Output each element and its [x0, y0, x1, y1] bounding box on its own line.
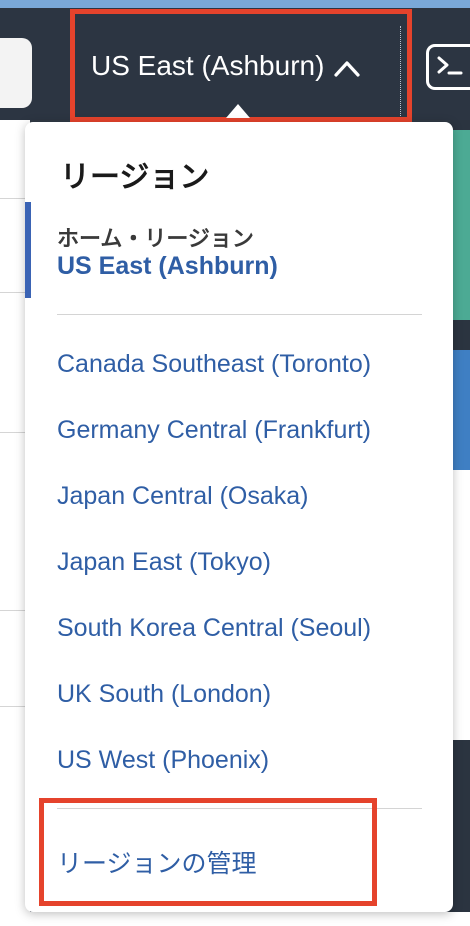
menu-title: リージョン — [60, 161, 210, 194]
background-panel — [452, 350, 470, 470]
divider — [400, 26, 401, 116]
chevron-up-icon — [334, 55, 361, 77]
region-item-toronto[interactable]: Canada Southeast (Toronto) — [57, 350, 371, 379]
home-region-indicator — [25, 202, 31, 298]
region-dropdown-menu: リージョン ホーム・リージョン US East (Ashburn) Canada… — [25, 122, 453, 912]
terminal-icon — [435, 53, 465, 82]
menu-divider — [57, 314, 422, 315]
top-accent-strip — [0, 0, 470, 8]
dropdown-caret — [226, 104, 250, 118]
region-selector-label: US East (Ashburn) — [91, 49, 325, 81]
region-item-seoul[interactable]: South Korea Central (Seoul) — [57, 614, 371, 643]
manage-regions-link[interactable]: リージョンの管理 — [57, 844, 257, 880]
region-item-osaka[interactable]: Japan Central (Osaka) — [57, 482, 309, 511]
background-footer — [0, 912, 470, 926]
region-item-london[interactable]: UK South (London) — [57, 680, 271, 709]
region-item-tokyo[interactable]: Japan East (Tokyo) — [57, 548, 271, 577]
region-item-phoenix[interactable]: US West (Phoenix) — [57, 746, 269, 775]
background-panel — [452, 130, 470, 320]
cloud-shell-button[interactable] — [426, 44, 470, 90]
home-region-label: ホーム・リージョン — [57, 226, 254, 251]
background-panel — [452, 470, 470, 740]
region-item-frankfurt[interactable]: Germany Central (Frankfurt) — [57, 416, 371, 445]
search-input[interactable] — [0, 38, 32, 108]
home-region-item[interactable]: US East (Ashburn) — [57, 252, 278, 281]
